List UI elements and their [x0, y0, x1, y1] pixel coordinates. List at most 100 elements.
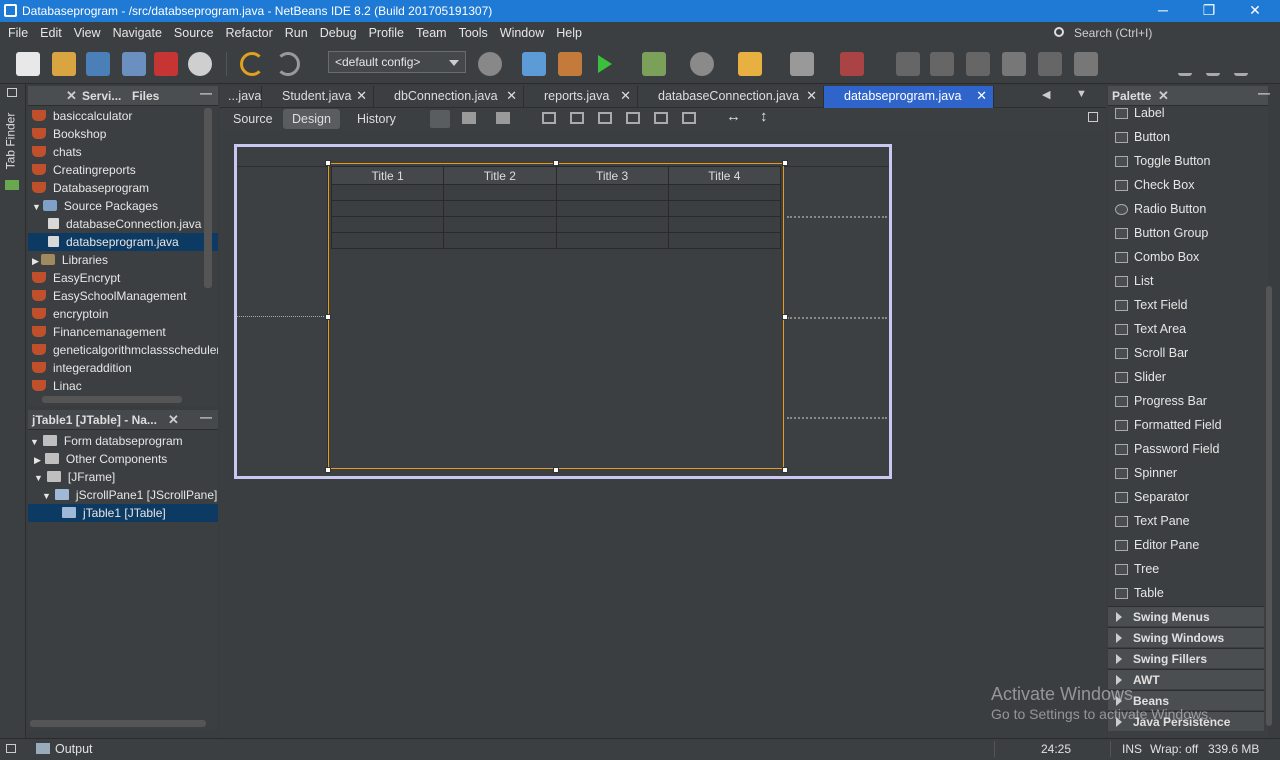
table-header[interactable]: Title 4 — [667, 166, 782, 185]
search-box[interactable]: Search (Ctrl+I) — [1050, 24, 1280, 42]
close-window-button[interactable]: ✕ — [1232, 2, 1278, 19]
chevron-down-icon[interactable] — [1206, 52, 1220, 76]
save-all-icon[interactable] — [122, 52, 146, 76]
debug-icon[interactable] — [642, 52, 666, 76]
palette-item-radio-button[interactable]: Radio Button — [1108, 198, 1264, 222]
output-icon[interactable] — [36, 743, 50, 754]
expand-editor-icon[interactable] — [1088, 112, 1098, 122]
palette-item-text-pane[interactable]: Text Pane — [1108, 510, 1264, 534]
table-row[interactable] — [330, 200, 782, 217]
resize-handle[interactable] — [782, 314, 788, 320]
expand-arrow-icon[interactable]: ▶ — [34, 455, 41, 465]
palette-item-progress-bar[interactable]: Progress Bar — [1108, 390, 1264, 414]
tree-item[interactable]: Linac — [28, 377, 218, 395]
palette-item-slider[interactable]: Slider — [1108, 366, 1264, 390]
new-project-icon[interactable] — [52, 52, 76, 76]
horizontal-resize-icon[interactable]: ↔ — [726, 108, 741, 125]
palette-item-button[interactable]: Button — [1108, 126, 1264, 150]
expand-arrow-icon[interactable]: ▶ — [32, 256, 39, 266]
profile-icon[interactable] — [690, 52, 714, 76]
close-tab-icon[interactable]: ✕ — [66, 88, 77, 104]
tree-item[interactable]: Creatingreports — [28, 161, 218, 179]
stop-icon[interactable] — [840, 52, 864, 76]
palette-item-editor-pane[interactable]: Editor Pane — [1108, 534, 1264, 558]
tree-item[interactable]: ▼ Form databseprogram — [28, 432, 218, 450]
menu-view[interactable]: View — [66, 22, 105, 40]
menu-profile[interactable]: Profile — [361, 22, 408, 40]
resize-handle[interactable] — [553, 160, 559, 166]
record-icon[interactable] — [188, 52, 212, 76]
center-vertical-icon[interactable] — [682, 112, 696, 124]
palette-category-swing-windows[interactable]: Swing Windows — [1108, 627, 1264, 647]
palette-item-separator[interactable]: Separator — [1108, 486, 1264, 510]
align-top-icon[interactable] — [626, 112, 640, 124]
menu-source[interactable]: Source — [166, 22, 218, 40]
close-tab-icon[interactable]: ✕ — [620, 88, 631, 104]
minimize-panel-icon[interactable]: — — [1258, 86, 1270, 100]
tab-finder-label[interactable]: Tab Finder — [3, 113, 17, 170]
table-header[interactable]: Title 1 — [330, 166, 445, 185]
tree-item[interactable]: EasySchoolManagement — [28, 287, 218, 305]
resize-handle[interactable] — [553, 467, 559, 473]
run-icon[interactable] — [598, 55, 621, 73]
build-hammer-icon[interactable] — [522, 52, 546, 76]
source-view-button[interactable]: Source — [224, 109, 282, 129]
tree-item[interactable]: ▼ [JFrame] — [28, 468, 218, 486]
palette-scrollbar[interactable] — [1266, 286, 1272, 726]
chevron-down-icon[interactable] — [1234, 52, 1248, 76]
tree-item[interactable]: ▼ Source Packages — [28, 197, 218, 215]
menu-team[interactable]: Team — [408, 22, 451, 40]
editor-tab-active[interactable]: databseprogram.java ✕ — [824, 86, 994, 108]
menu-file[interactable]: File — [0, 22, 32, 40]
palette-item-spinner[interactable]: Spinner — [1108, 462, 1264, 486]
palette-item-text-area[interactable]: Text Area — [1108, 318, 1264, 342]
align-right-icon[interactable] — [570, 112, 584, 124]
globe-icon[interactable] — [478, 52, 502, 76]
palette-category-swing-fillers[interactable]: Swing Fillers — [1108, 648, 1264, 668]
zoom-tool-icon[interactable] — [930, 52, 954, 76]
palette-item-check-box[interactable]: Check Box — [1108, 174, 1264, 198]
palette-item-password-field[interactable]: Password Field — [1108, 438, 1264, 462]
tree-item[interactable]: Databaseprogram — [28, 179, 218, 197]
palette-item-tree[interactable]: Tree — [1108, 558, 1264, 582]
menu-refactor[interactable]: Refactor — [218, 22, 277, 40]
config-select[interactable]: <default config> — [328, 51, 466, 73]
tab-finder-icon[interactable] — [5, 180, 19, 190]
new-file-icon[interactable] — [16, 52, 40, 76]
expand-arrow-icon[interactable]: ▼ — [32, 202, 41, 212]
tab-services[interactable]: Servi... — [82, 89, 121, 103]
menu-navigate[interactable]: Navigate — [105, 22, 166, 40]
undo-icon[interactable] — [240, 52, 264, 76]
horizontal-scrollbar[interactable] — [42, 396, 182, 403]
chevron-down-icon[interactable] — [1178, 52, 1192, 76]
palette-item-formatted-field[interactable]: Formatted Field — [1108, 414, 1264, 438]
resize-handle[interactable] — [782, 160, 788, 166]
brush-tool-icon[interactable] — [966, 52, 990, 76]
palette-item-label[interactable]: Label — [1108, 102, 1264, 126]
table-header[interactable]: Title 2 — [443, 166, 557, 185]
expand-arrow-icon[interactable]: ▼ — [34, 473, 43, 483]
expand-arrow-icon[interactable]: ▼ — [30, 437, 39, 447]
tree-item[interactable]: geneticalgorithmclassscheduler — [28, 341, 218, 359]
palette-item-combo-box[interactable]: Combo Box — [1108, 246, 1264, 270]
table-row[interactable] — [330, 184, 782, 201]
minimize-panel-icon[interactable]: — — [200, 86, 212, 100]
resize-handle[interactable] — [782, 467, 788, 473]
palette-item-table[interactable]: Table — [1108, 582, 1264, 606]
minimize-button[interactable]: ─ — [1140, 2, 1186, 18]
close-tab-icon[interactable]: ✕ — [976, 88, 987, 104]
jscrollpane1[interactable]: Title 1 Title 2 Title 3 Title 4 — [328, 163, 784, 469]
center-horizontal-icon[interactable] — [598, 112, 612, 124]
menu-window[interactable]: Window — [492, 22, 548, 40]
menu-edit[interactable]: Edit — [32, 22, 66, 40]
tree-item[interactable]: Bookshop — [28, 125, 218, 143]
open-project-icon[interactable] — [86, 52, 110, 76]
palette-tool-icon[interactable] — [896, 52, 920, 76]
minimize-panel-icon[interactable]: — — [200, 410, 212, 424]
table-row[interactable] — [330, 216, 782, 233]
tab-list-icon[interactable]: ▼ — [1076, 88, 1087, 100]
restore-window-icon[interactable] — [7, 88, 17, 97]
redo-icon[interactable] — [276, 52, 300, 76]
palette-item-button-group[interactable]: Button Group — [1108, 222, 1264, 246]
table-header[interactable]: Title 3 — [555, 166, 669, 185]
